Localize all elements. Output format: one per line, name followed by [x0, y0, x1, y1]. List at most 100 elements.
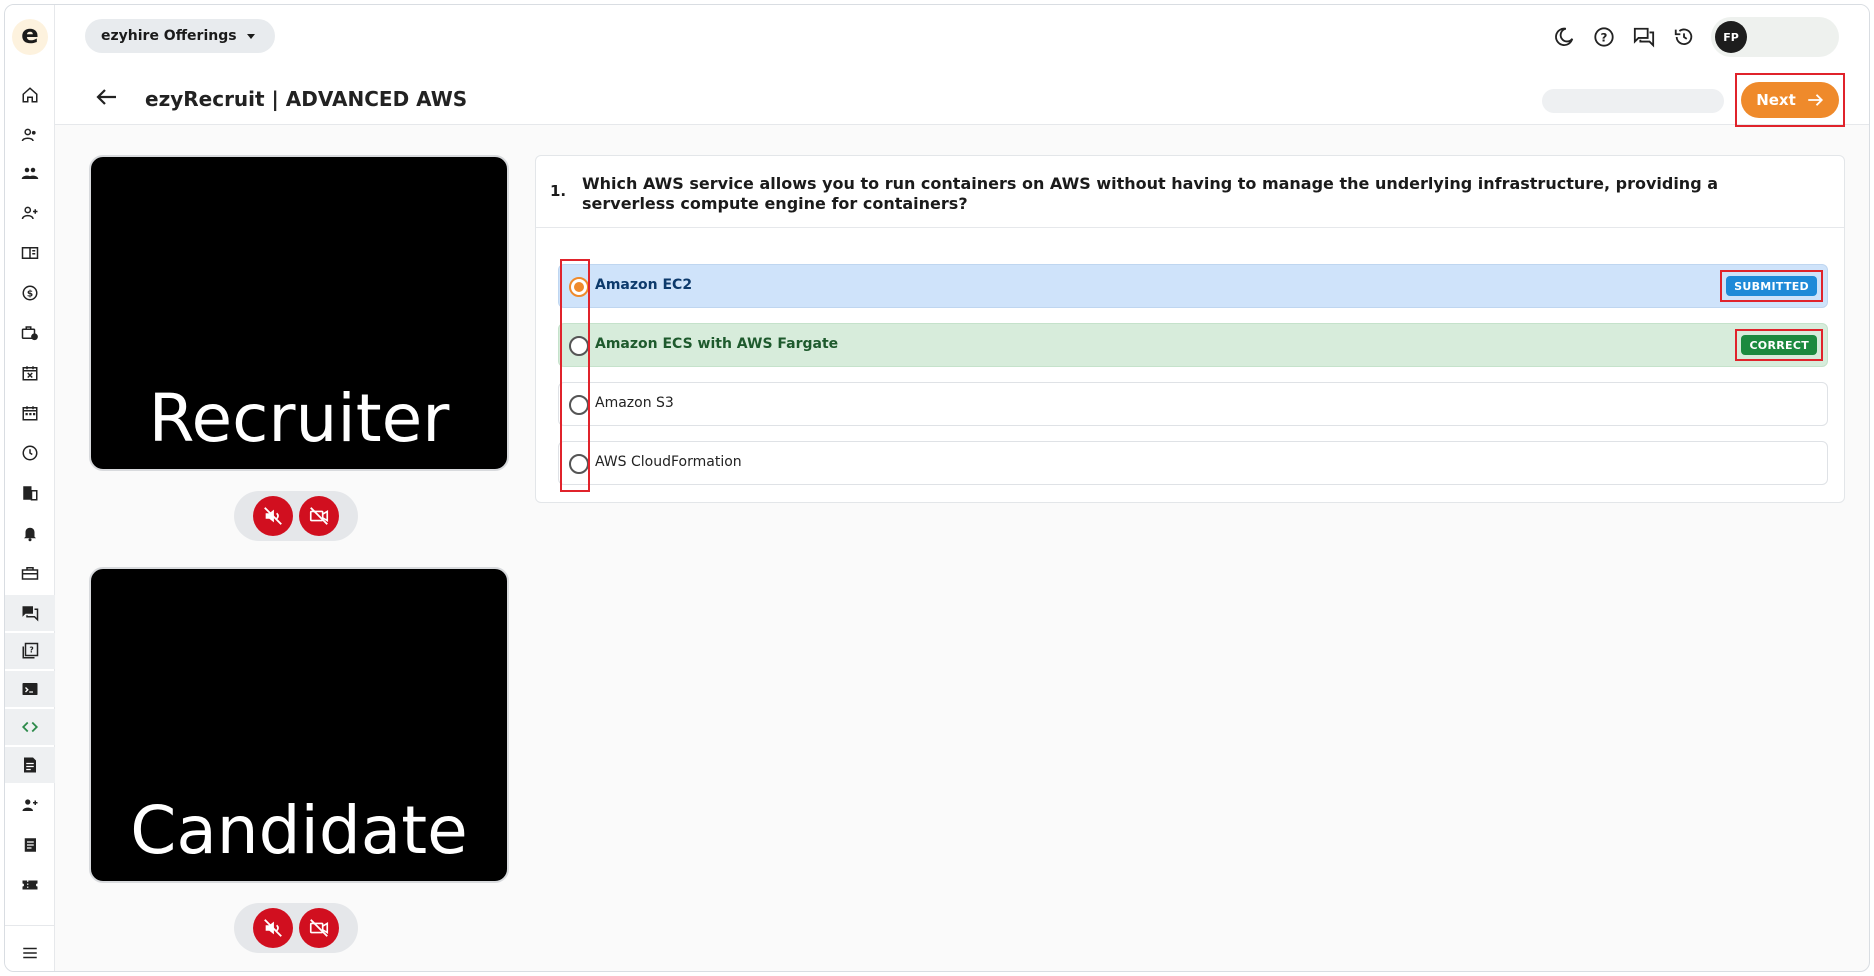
sidebar-divider — [5, 925, 55, 926]
svg-text:?: ? — [1601, 31, 1608, 45]
app-frame: e $ ? ezyhire Offerings ? FP ezyRecruit … — [4, 4, 1870, 972]
top-bar: ezyhire Offerings ? FP ezyRecruit | ADVA… — [55, 5, 1869, 127]
add-user-icon — [21, 206, 38, 220]
messages-button[interactable] — [1631, 24, 1657, 50]
question-text: Which AWS service allows you to run cont… — [582, 174, 1719, 213]
sidebar-item-notifications[interactable] — [5, 515, 55, 551]
calendar-icon — [22, 406, 38, 421]
quiz-book-icon: ? — [22, 642, 39, 659]
sidebar-item-terminal[interactable] — [5, 671, 55, 707]
candidate-mute-button[interactable] — [253, 908, 293, 948]
history-button[interactable] — [1671, 24, 1697, 50]
sidebar-item-book[interactable] — [5, 235, 55, 271]
sidebar-item-quiz[interactable]: ? — [5, 633, 55, 669]
recruiter-camera-button[interactable] — [299, 496, 339, 536]
receipt-icon — [24, 838, 36, 852]
sidebar-item-code[interactable] — [5, 709, 55, 745]
option-0[interactable]: Amazon EC2 SUBMITTED — [558, 264, 1828, 308]
arrow-right-icon — [1808, 94, 1823, 106]
page-title: ezyRecruit | ADVANCED AWS — [145, 87, 468, 111]
sidebar-item-team[interactable] — [5, 155, 55, 191]
users-icon — [21, 128, 36, 142]
svg-text:$: $ — [27, 289, 33, 299]
team-icon — [21, 167, 39, 179]
chat-icon — [1633, 27, 1655, 48]
sidebar-item-jobs-schedule[interactable] — [5, 315, 55, 351]
building-icon — [23, 486, 38, 501]
submitted-badge: SUBMITTED — [1726, 276, 1817, 296]
help-icon: ? — [1594, 27, 1614, 47]
recruiter-video: Recruiter — [89, 155, 509, 471]
top-actions: ? FP — [1551, 17, 1839, 57]
svg-text:?: ? — [29, 646, 33, 655]
book-icon — [21, 247, 39, 259]
sidebar-item-add-user[interactable] — [5, 195, 55, 231]
option-radio[interactable] — [569, 277, 589, 297]
sidebar-item-home[interactable] — [5, 77, 55, 113]
clock-icon — [22, 445, 38, 461]
candidate-camera-button[interactable] — [299, 908, 339, 948]
option-radio[interactable] — [569, 454, 589, 474]
offerings-label: ezyhire Offerings — [101, 28, 237, 44]
ezyhire-logo[interactable]: e — [12, 19, 48, 55]
chat-icon — [22, 606, 39, 622]
option-label: AWS CloudFormation — [595, 454, 742, 470]
back-arrow-icon[interactable] — [95, 85, 119, 109]
option-label: Amazon ECS with AWS Fargate — [595, 336, 839, 352]
option-radio[interactable] — [569, 336, 589, 356]
sidebar-item-clock[interactable] — [5, 435, 55, 471]
sidebar: e $ ? — [5, 5, 55, 971]
sidebar-item-interviews[interactable] — [5, 595, 55, 631]
question-number: 1. — [550, 182, 567, 200]
correct-badge: CORRECT — [1741, 335, 1817, 355]
sidebar-item-users[interactable] — [5, 117, 55, 153]
sidebar-item-ticket[interactable] — [5, 867, 55, 903]
sidebar-menu-toggle[interactable] — [5, 935, 55, 971]
speaker-muted-icon — [264, 919, 282, 937]
option-2[interactable]: Amazon S3 — [558, 382, 1828, 426]
next-button[interactable]: Next — [1741, 82, 1839, 118]
question-header: 1. Which AWS service allows you to run c… — [536, 156, 1844, 228]
history-icon — [1674, 28, 1693, 46]
home-icon — [22, 87, 38, 103]
sidebar-item-receipt[interactable] — [5, 827, 55, 863]
recruiter-mute-button[interactable] — [253, 496, 293, 536]
profile-menu[interactable]: FP — [1711, 17, 1839, 57]
next-button-highlight: Next — [1735, 73, 1845, 127]
sidebar-item-dollar[interactable]: $ — [5, 275, 55, 311]
candidate-label: Candidate — [130, 792, 468, 869]
correct-badge-highlight: CORRECT — [1735, 329, 1823, 361]
candidate-controls — [234, 903, 358, 953]
code-icon — [21, 721, 39, 733]
sidebar-item-calendar[interactable] — [5, 395, 55, 431]
recruiter-label: Recruiter — [148, 380, 450, 457]
sidebar-item-document[interactable] — [5, 747, 55, 783]
next-label: Next — [1756, 91, 1796, 109]
moon-icon — [1555, 27, 1574, 46]
help-button[interactable]: ? — [1591, 24, 1617, 50]
sidebar-item-toolbox[interactable] — [5, 555, 55, 591]
option-3[interactable]: AWS CloudFormation — [558, 441, 1828, 485]
chevron-down-icon — [246, 33, 255, 39]
ticket-icon — [22, 880, 38, 890]
sidebar-item-building[interactable] — [5, 475, 55, 511]
loading-placeholder — [1542, 89, 1724, 113]
camera-off-icon — [309, 507, 329, 525]
bell-icon — [24, 527, 36, 542]
option-label: Amazon EC2 — [595, 277, 693, 293]
calendar-x-icon — [22, 366, 38, 381]
recruiter-controls — [234, 491, 358, 541]
sidebar-item-user-plus[interactable] — [5, 787, 55, 823]
candidate-video: Candidate — [89, 567, 509, 883]
option-radio[interactable] — [569, 395, 589, 415]
menu-icon — [23, 947, 37, 959]
document-icon — [24, 757, 36, 773]
option-label: Amazon S3 — [595, 395, 674, 411]
briefcase-clock-icon — [21, 326, 38, 341]
sidebar-item-calendar-x[interactable] — [5, 355, 55, 391]
option-1[interactable]: Amazon ECS with AWS Fargate CORRECT — [558, 323, 1828, 367]
offerings-dropdown[interactable]: ezyhire Offerings — [85, 19, 275, 53]
dark-mode-toggle[interactable] — [1551, 24, 1577, 50]
dollar-icon: $ — [22, 285, 38, 301]
question-card: 1. Which AWS service allows you to run c… — [535, 155, 1845, 503]
